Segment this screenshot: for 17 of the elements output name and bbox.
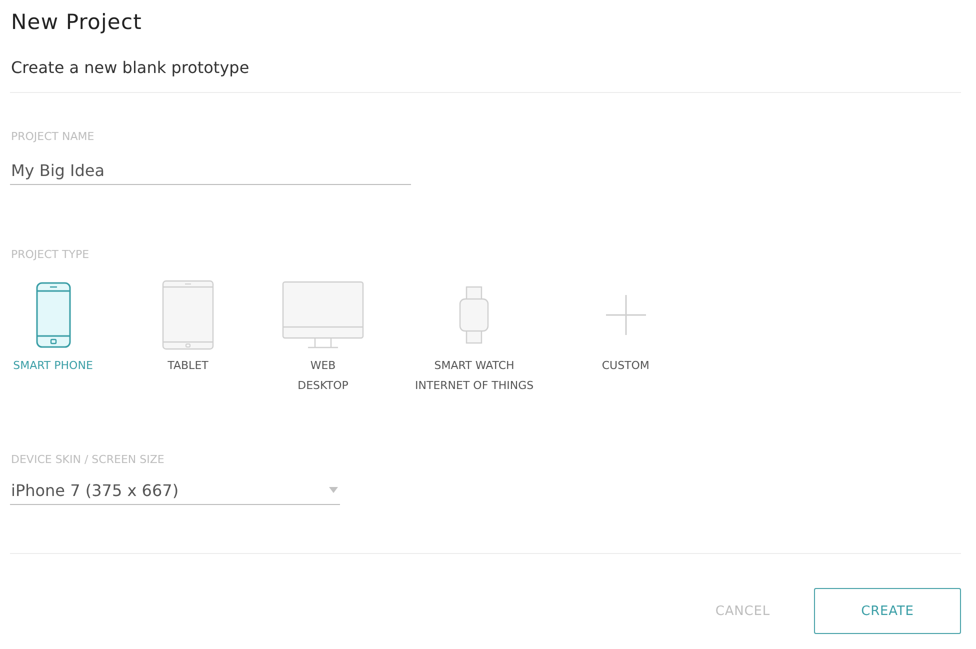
smartwatch-icon [458,286,490,344]
tablet-icon [162,280,214,350]
device-skin-label: DEVICE SKIN / SCREEN SIZE [10,453,164,467]
device-skin-dropdown[interactable]: iPhone 7 (375 x 667) [10,479,340,505]
dialog-subtitle: Create a new blank prototype [10,57,250,79]
project-name-field[interactable]: My Big Idea [10,158,411,185]
project-type-option[interactable]: TABLET [145,280,231,376]
project-name-label: PROJECT NAME [10,130,94,144]
project-type-label: PROJECT TYPE [10,248,90,262]
project-type-option[interactable]: CUSTOM [582,280,669,376]
caret-icon [329,487,338,493]
plus-icon [606,295,646,335]
smartphone-icon [36,282,70,348]
monitor-icon [282,281,364,349]
project-type-option[interactable]: WEB DESKTOP [280,280,366,396]
project-type-option[interactable]: SMART WATCH INTERNET OF THINGS [415,280,534,396]
dialog-title: New Project [10,9,142,36]
